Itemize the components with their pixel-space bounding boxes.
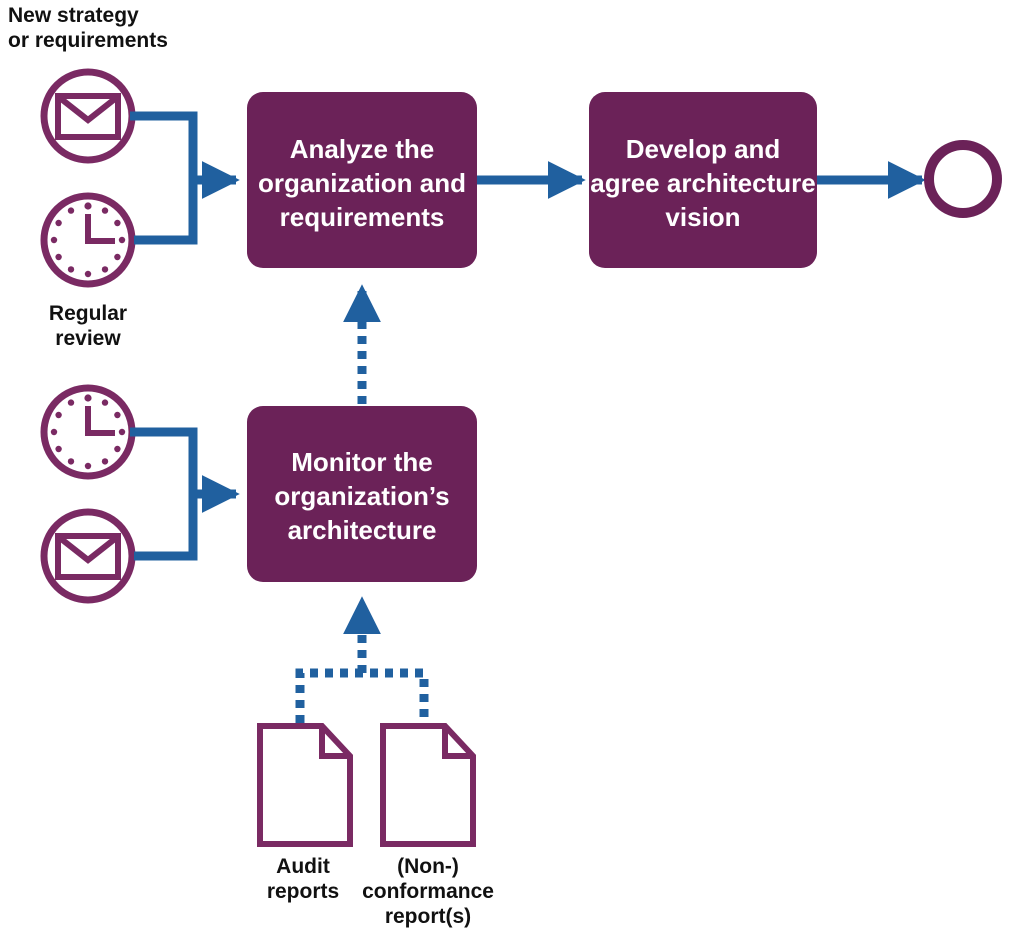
annotation-new-strategy: New strategy or requirements: [8, 4, 168, 52]
data-object-nonconformance-line3: report(s): [385, 905, 471, 928]
connector-bottom-merge: [130, 427, 198, 561]
envelope-icon: [55, 93, 121, 140]
task-develop[interactable]: Develop and agree architecture vision: [589, 92, 817, 268]
connector-top-merge: [130, 111, 198, 245]
bpmn-diagram: New strategy or requirements Regular rev…: [0, 0, 1024, 932]
diagram-canvas: New strategy or requirements Regular rev…: [8, 4, 1002, 928]
task-analyze-line1: Analyze the: [290, 134, 435, 164]
data-object-audit-reports-line1: Audit: [276, 855, 330, 878]
start-message-bottom[interactable]: [40, 508, 136, 604]
task-develop-line3: vision: [665, 202, 740, 232]
label-regular-review-line1: Regular: [49, 302, 127, 325]
annotation-new-strategy-line1: New strategy: [8, 4, 139, 27]
envelope-icon: [55, 533, 121, 580]
start-timer-top[interactable]: [40, 192, 136, 288]
task-develop-line1: Develop and: [626, 134, 781, 164]
task-monitor-line3: architecture: [288, 515, 437, 545]
label-regular-review-line2: review: [55, 327, 121, 350]
data-object-nonconformance-line1: (Non-): [397, 855, 459, 878]
start-message-top[interactable]: [40, 68, 136, 164]
start-timer-bottom[interactable]: [40, 384, 136, 480]
data-object-audit-reports[interactable]: Audit reports: [257, 723, 353, 903]
end-event[interactable]: [924, 140, 1002, 218]
data-object-nonconformance-line2: conformance: [362, 880, 494, 903]
data-object-nonconformance-reports[interactable]: (Non-) conformance report(s): [362, 723, 494, 928]
annotation-new-strategy-line2: or requirements: [8, 29, 168, 52]
task-develop-line2: agree architecture: [590, 168, 815, 198]
task-analyze[interactable]: Analyze the organization and requirement…: [247, 92, 477, 268]
task-monitor-line2: organization’s: [274, 481, 449, 511]
document-icon: [380, 723, 476, 847]
task-analyze-line2: organization and: [258, 168, 466, 198]
task-monitor[interactable]: Monitor the organization’s architecture: [247, 406, 477, 582]
connector-documents-to-monitor: [295, 668, 429, 723]
task-analyze-line3: requirements: [280, 202, 445, 232]
data-object-audit-reports-line2: reports: [267, 880, 339, 903]
document-icon: [257, 723, 353, 847]
circle-icon: [924, 140, 1002, 218]
task-monitor-line1: Monitor the: [291, 447, 433, 477]
